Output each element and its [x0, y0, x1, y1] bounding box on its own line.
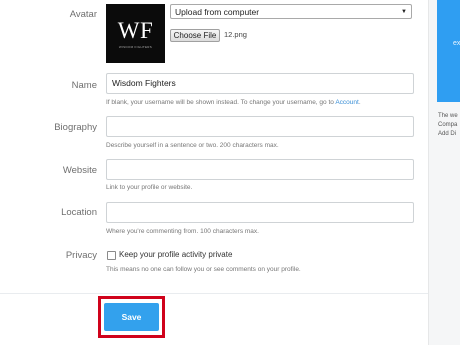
- avatar-logo-subtext: WISDOM FIGHTERS: [118, 45, 153, 49]
- privacy-label: Privacy: [65, 250, 97, 261]
- location-input[interactable]: [106, 202, 414, 223]
- avatar-logo-text: WF: [117, 18, 154, 43]
- avatar-label: Avatar: [69, 9, 97, 20]
- account-link[interactable]: Account: [335, 99, 359, 106]
- name-label: Name: [71, 80, 97, 91]
- location-help-text: Where you're commenting from. 100 charac…: [106, 228, 259, 235]
- name-help-prefix: If blank, your username will be shown in…: [106, 99, 336, 106]
- private-activity-checkbox-label[interactable]: Keep your profile activity private: [119, 250, 232, 259]
- sidebar-banner[interactable]: ex: [437, 0, 460, 102]
- footer-divider: [0, 293, 428, 294]
- website-input[interactable]: [106, 159, 414, 180]
- biography-help-text: Describe yourself in a sentence or two. …: [106, 142, 279, 149]
- privacy-help-text: This means no one can follow you or see …: [106, 266, 301, 273]
- name-input[interactable]: Wisdom Fighters: [106, 73, 414, 94]
- private-activity-checkbox[interactable]: [107, 251, 116, 260]
- website-label: Website: [62, 165, 97, 176]
- avatar-source-select[interactable]: Upload from computer ▼: [170, 4, 412, 19]
- selected-file-name: 12.png: [224, 30, 247, 39]
- sidebar-text-line-2: Compa: [438, 122, 458, 128]
- name-help-text: If blank, your username will be shown in…: [106, 99, 361, 106]
- biography-label: Biography: [54, 122, 97, 133]
- choose-file-button[interactable]: Choose File: [170, 29, 220, 42]
- location-label: Location: [61, 207, 97, 218]
- biography-input[interactable]: [106, 116, 414, 137]
- chevron-down-icon: ▼: [401, 9, 407, 15]
- avatar-image: WF WISDOM FIGHTERS: [106, 4, 165, 63]
- sidebar-text-line-3: Add Di: [438, 131, 457, 137]
- sidebar-banner-text: ex: [453, 40, 460, 47]
- avatar-source-value: Upload from computer: [175, 7, 260, 17]
- name-help-suffix: .: [358, 99, 361, 106]
- website-help-text: Link to your profile or website.: [106, 184, 193, 191]
- save-button[interactable]: Save: [104, 303, 159, 331]
- sidebar-text-line-1: The we: [438, 113, 458, 119]
